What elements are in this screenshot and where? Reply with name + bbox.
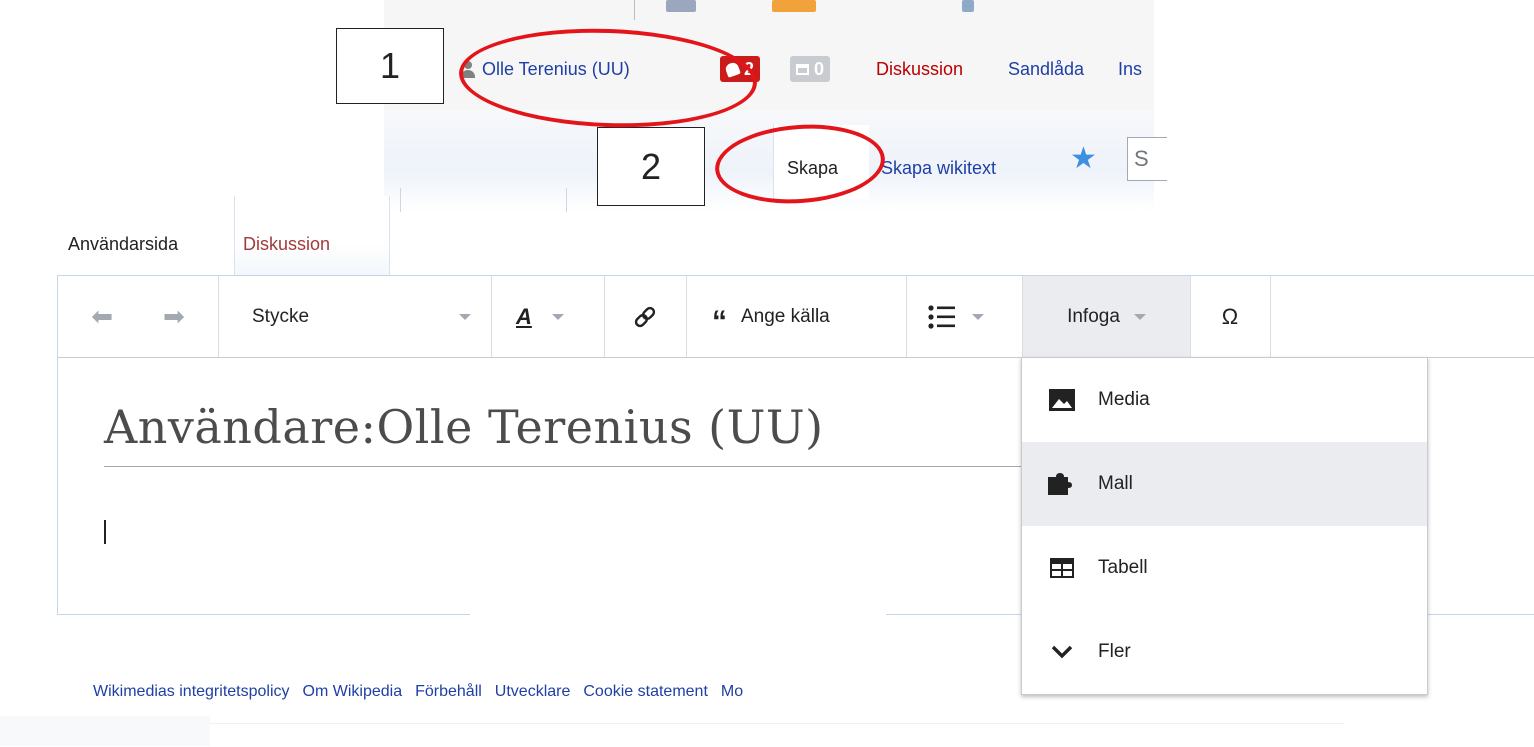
notices-badge[interactable]: 0 [790,56,831,82]
insert-label: Infoga [1067,305,1120,327]
footer-link-cookie[interactable]: Cookie statement [583,683,708,701]
footer-link-developers[interactable]: Utvecklare [495,683,571,701]
annotation-box-1: 1 [336,28,444,104]
cropped-icon [962,0,974,12]
tray-icon [796,63,809,75]
special-character-button[interactable]: Ω [1190,276,1270,357]
heading-underline [104,466,1024,467]
chevron-down-icon [459,313,471,320]
cite-button[interactable]: “ Ange källa [686,276,906,357]
link-icon [634,306,656,327]
footer-link-about[interactable]: Om Wikipedia [303,683,403,701]
star-icon[interactable]: ★ [1070,144,1097,174]
undo-icon[interactable]: ⬅ [91,301,113,332]
image-icon [1048,388,1076,412]
chevron-down-icon [551,313,564,320]
sandbox-link[interactable]: Sandlåda [1008,59,1084,80]
redo-icon[interactable]: ➡ [163,301,185,332]
tab-create-wikitext[interactable]: Skapa wikitext [881,158,996,179]
search-input[interactable]: S [1127,137,1167,181]
chevron-down-icon [972,313,984,320]
insert-dropdown[interactable]: Infoga [1023,276,1190,357]
footer-link-privacy[interactable]: Wikimedias integritetspolicy [93,683,290,701]
bullet-list-icon [928,304,955,329]
footer-links: Wikimedias integritetspolicy Om Wikipedi… [93,683,756,701]
annotation-box-2: 2 [597,127,705,206]
list-dropdown[interactable] [906,276,1022,357]
menu-item-media[interactable]: Media [1022,358,1427,442]
menu-item-template[interactable]: Mall [1022,442,1427,526]
footer-link-disclaimers[interactable]: Förbehåll [415,683,482,701]
menu-item-label: Tabell [1098,557,1148,578]
text-cursor[interactable] [104,520,106,544]
discussion-link[interactable]: Diskussion [876,59,963,80]
format-dropdown[interactable]: Stycke [218,276,491,357]
text-style-icon: A [516,303,532,329]
insert-menu: Media Mall Tabell Fler [1021,357,1428,695]
puzzle-icon [1048,472,1076,496]
footer-link-mobile[interactable]: Mo [721,683,743,701]
menu-item-label: Mall [1098,473,1133,494]
notices-count: 0 [814,58,825,79]
cropped-icon [666,0,696,12]
omega-icon: Ω [1221,303,1239,329]
page-tabs: Användarsida Diskussion [60,196,390,276]
quote-icon: “ [712,304,727,338]
chevron-down-icon [1133,313,1146,320]
format-label: Stycke [252,305,310,327]
menu-item-label: Media [1098,389,1150,410]
cite-label: Ange källa [741,305,830,327]
editor-toolbar: ⬅ ➡ Stycke A “ Ange källa Infoga Ω [58,276,1534,358]
menu-item-more[interactable]: Fler [1022,610,1427,694]
tab-discussion[interactable]: Diskussion [235,196,390,276]
page-title: Användare:Olle Terenius (UU) [104,400,824,454]
settings-link[interactable]: Ins [1118,59,1148,80]
table-icon [1048,556,1076,580]
chevron-down-icon [1048,640,1076,664]
text-style-dropdown[interactable]: A [491,276,604,357]
cropped-icon [772,0,816,12]
menu-item-label: Fler [1098,641,1131,662]
link-button[interactable] [604,276,686,357]
menu-item-table[interactable]: Tabell [1022,526,1427,610]
history-group: ⬅ ➡ [58,276,218,357]
tab-user-page[interactable]: Användarsida [60,196,235,276]
